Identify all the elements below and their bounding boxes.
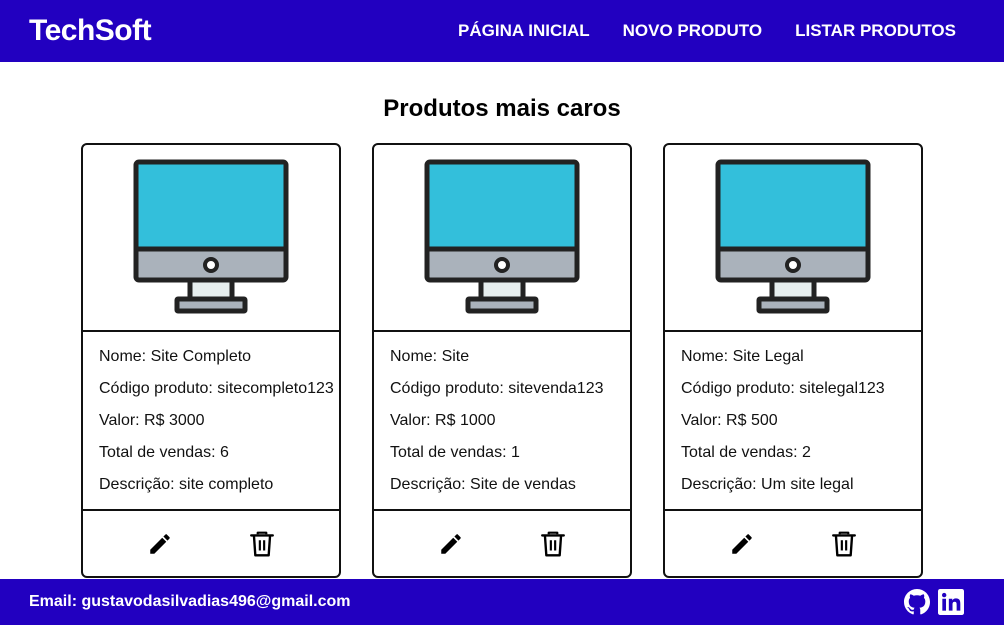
product-card: Nome: Site Completo Código produto: site… (81, 143, 341, 578)
nav-new-product-link[interactable]: NOVO PRODUTO (623, 21, 762, 41)
product-sales: Total de vendas: 1 (390, 444, 520, 461)
product-sales: Total de vendas: 6 (99, 444, 229, 461)
linkedin-icon[interactable] (938, 589, 964, 615)
monitor-icon (424, 159, 580, 313)
product-description: Descrição: site completo (99, 476, 274, 493)
product-card: Nome: Site Código produto: sitevenda123 … (372, 143, 632, 578)
brand-logo[interactable]: TechSoft (29, 14, 152, 48)
product-price: Valor: R$ 3000 (99, 412, 205, 429)
footer-email: Email: gustavodasilvadias496@gmail.com (29, 593, 351, 610)
product-actions (665, 511, 921, 576)
product-list: Nome: Site Completo Código produto: site… (81, 143, 923, 578)
product-name: Nome: Site Legal (681, 348, 804, 365)
footer: Email: gustavodasilvadias496@gmail.com (0, 579, 1004, 625)
delete-button[interactable] (538, 529, 568, 559)
product-name: Nome: Site (390, 348, 470, 365)
trash-icon (541, 531, 565, 556)
github-icon[interactable] (904, 589, 930, 615)
product-description: Descrição: Um site legal (681, 476, 854, 493)
product-name: Nome: Site Completo (99, 348, 252, 365)
edit-button[interactable] (727, 529, 757, 559)
product-sales: Total de vendas: 2 (681, 444, 811, 461)
product-price: Valor: R$ 500 (681, 412, 778, 429)
trash-icon (832, 531, 856, 556)
product-info: Nome: Site Código produto: sitevenda123 … (374, 332, 630, 511)
product-info: Nome: Site Completo Código produto: site… (83, 332, 339, 511)
product-card: Nome: Site Legal Código produto: siteleg… (663, 143, 923, 578)
product-info: Nome: Site Legal Código produto: siteleg… (665, 332, 921, 511)
pencil-icon (732, 533, 752, 554)
monitor-icon (133, 159, 289, 313)
product-code: Código produto: sitevenda123 (390, 380, 604, 397)
delete-button[interactable] (247, 529, 277, 559)
main-nav: PÁGINA INICIAL NOVO PRODUTO LISTAR PRODU… (458, 21, 956, 41)
edit-button[interactable] (145, 529, 175, 559)
pencil-icon (150, 533, 170, 554)
product-description: Descrição: Site de vendas (390, 476, 576, 493)
header: TechSoft PÁGINA INICIAL NOVO PRODUTO LIS… (0, 0, 1004, 62)
social-links (904, 589, 964, 615)
nav-home-link[interactable]: PÁGINA INICIAL (458, 21, 590, 41)
product-actions (374, 511, 630, 576)
delete-button[interactable] (829, 529, 859, 559)
page-title: Produtos mais caros (383, 95, 621, 122)
edit-button[interactable] (436, 529, 466, 559)
pencil-icon (441, 533, 461, 554)
monitor-icon (715, 159, 871, 313)
product-image (665, 145, 921, 332)
product-price: Valor: R$ 1000 (390, 412, 496, 429)
product-code: Código produto: sitecompleto123 (99, 380, 334, 397)
product-image (83, 145, 339, 332)
trash-icon (250, 531, 274, 556)
product-image (374, 145, 630, 332)
product-code: Código produto: sitelegal123 (681, 380, 885, 397)
product-actions (83, 511, 339, 576)
nav-list-products-link[interactable]: LISTAR PRODUTOS (795, 21, 956, 41)
